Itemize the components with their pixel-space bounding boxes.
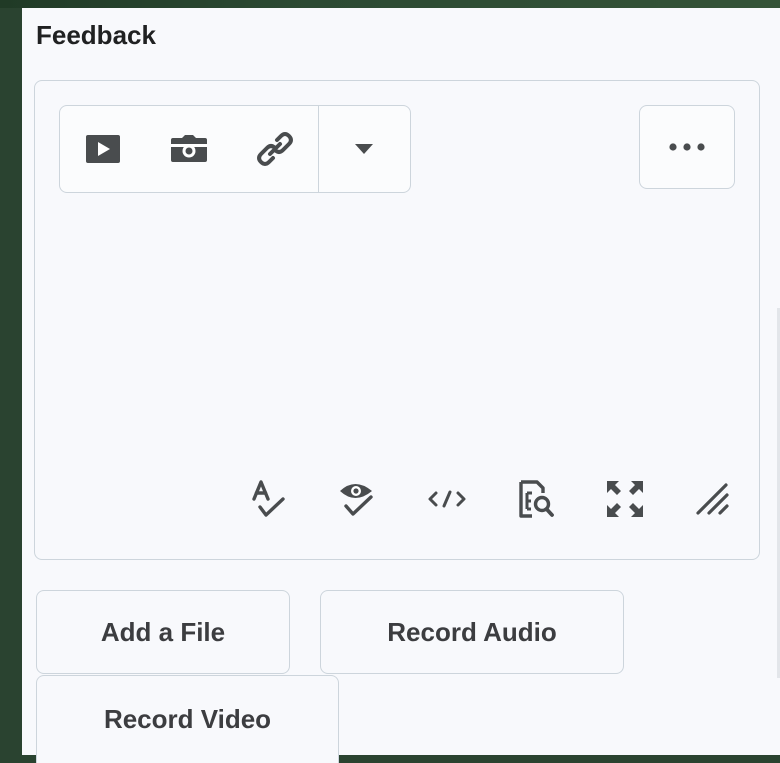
editor-status-bar <box>35 471 761 531</box>
insert-image-button[interactable] <box>146 106 232 192</box>
more-insert-options-dropdown[interactable] <box>319 106 409 192</box>
dropdown-caret-icon <box>355 144 373 154</box>
accessibility-check-button[interactable] <box>329 471 385 527</box>
link-icon <box>257 132 293 166</box>
resize-handle[interactable] <box>685 471 741 527</box>
feedback-editor[interactable] <box>34 80 760 560</box>
preview-icon <box>519 480 554 518</box>
fullscreen-icon <box>607 481 643 517</box>
spellcheck-button[interactable] <box>241 471 297 527</box>
record-video-button[interactable]: Record Video <box>36 675 339 763</box>
fullscreen-button[interactable] <box>597 471 653 527</box>
background-edge <box>0 0 780 8</box>
insert-toolbar-group <box>59 105 411 193</box>
source-code-button[interactable] <box>419 471 475 527</box>
video-play-icon <box>86 135 120 163</box>
spellcheck-icon <box>252 480 285 517</box>
camera-icon <box>171 135 207 162</box>
source-code-icon <box>428 490 466 508</box>
more-options-icon <box>669 143 705 151</box>
feedback-panel: Feedback Add a File Record Audio Record … <box>22 8 780 763</box>
insert-link-button[interactable] <box>232 106 318 192</box>
resize-handle-icon <box>696 483 729 515</box>
feedback-title: Feedback <box>36 20 156 50</box>
record-audio-button[interactable]: Record Audio <box>320 590 624 674</box>
add-file-button[interactable]: Add a File <box>36 590 290 674</box>
accessibility-check-icon <box>340 484 373 516</box>
more-options-button[interactable] <box>639 105 735 189</box>
preview-button[interactable] <box>507 471 563 527</box>
insert-video-button[interactable] <box>60 106 146 192</box>
